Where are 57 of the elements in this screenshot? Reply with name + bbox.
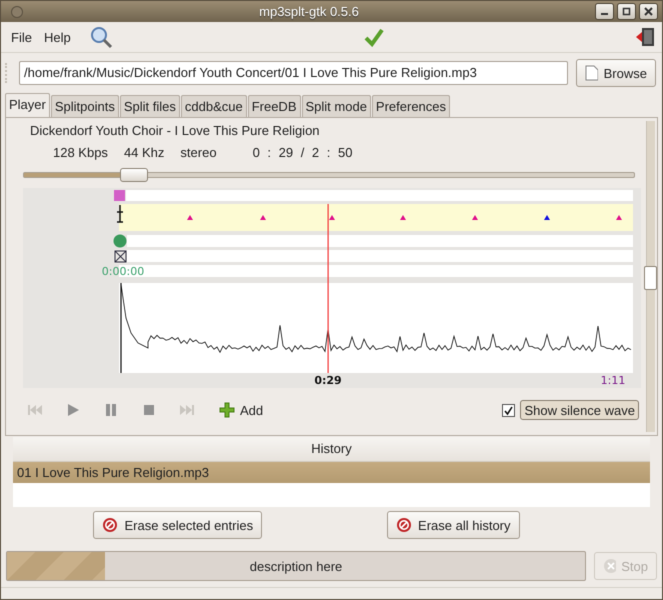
frequency-label: 44 Khz bbox=[124, 145, 164, 162]
maximize-icon bbox=[622, 7, 631, 16]
cursor-time-label: 0:29 bbox=[314, 374, 342, 387]
file-path-field[interactable]: /home/frank/Music/Dickendorf Youth Concert/01 I Love This Pure Religion.mp3 bbox=[19, 61, 568, 85]
cancel-icon bbox=[603, 558, 616, 574]
start-time-label: 0:00:00 bbox=[102, 265, 144, 278]
browse-button[interactable]: Browse bbox=[576, 59, 656, 87]
tab[interactable]: Split files bbox=[120, 95, 180, 117]
splitpoint-marker[interactable] bbox=[616, 215, 622, 220]
search-icon[interactable] bbox=[88, 25, 113, 49]
splitpoint-marker[interactable] bbox=[544, 215, 550, 220]
tab[interactable]: Player bbox=[5, 93, 50, 117]
tab[interactable]: Split mode bbox=[302, 95, 371, 117]
erase-button[interactable]: Erase all history bbox=[387, 511, 520, 539]
checkmark-icon[interactable] bbox=[364, 27, 384, 47]
splitpoint-marker[interactable] bbox=[329, 215, 335, 220]
maximize-button[interactable] bbox=[617, 3, 636, 20]
history-row[interactable]: 01 I Love This Pure Religion.mp3 bbox=[13, 462, 650, 483]
menu-item[interactable]: Help bbox=[38, 26, 77, 48]
splitpoint-marker[interactable] bbox=[260, 215, 266, 220]
column-header[interactable]: History bbox=[13, 437, 650, 462]
mode-label: stereo bbox=[180, 145, 217, 162]
bitrate-label: 128 Kbps bbox=[53, 145, 108, 162]
splitpoint-marker[interactable] bbox=[400, 215, 406, 220]
start-marker-icon bbox=[114, 190, 125, 201]
song-title: Dickendorf Youth Choir - I Love This Pure Religion bbox=[29, 122, 321, 140]
checkbox[interactable] bbox=[502, 404, 516, 416]
prohibited-icon bbox=[396, 517, 412, 533]
end-time-label: 1:11 bbox=[600, 374, 626, 387]
time-label: 0 : 29 / 2 : 50 bbox=[252, 145, 352, 162]
tab[interactable]: Preferences bbox=[372, 95, 450, 117]
splitter-icon[interactable] bbox=[116, 204, 124, 223]
play-button[interactable] bbox=[65, 403, 81, 417]
tab[interactable]: Splitpoints bbox=[50, 95, 119, 117]
splitpoint-marker[interactable] bbox=[187, 215, 193, 220]
splitpoint-marker[interactable] bbox=[472, 215, 478, 220]
menu-item[interactable]: File bbox=[5, 26, 38, 48]
prohibited-icon bbox=[102, 517, 118, 533]
pause-button[interactable] bbox=[103, 403, 119, 417]
slider-thumb[interactable] bbox=[120, 168, 148, 182]
circle-marker-icon bbox=[114, 234, 126, 248]
exit-door-icon[interactable] bbox=[636, 27, 656, 47]
close-button[interactable] bbox=[639, 3, 658, 20]
show-silence-wave-button[interactable]: Show silence wave bbox=[520, 400, 639, 420]
progress-description: description here bbox=[250, 558, 342, 574]
stop-button[interactable] bbox=[141, 403, 157, 417]
tab[interactable]: cddb&cue bbox=[180, 95, 247, 117]
plus-icon bbox=[219, 402, 235, 418]
erase-button[interactable]: Erase selected entries bbox=[93, 511, 262, 539]
scrollbar[interactable] bbox=[646, 121, 655, 432]
window-title: mp3splt-gtk 0.5.6 bbox=[258, 4, 360, 19]
tab[interactable]: FreeDB bbox=[248, 95, 300, 117]
close-icon bbox=[644, 7, 653, 16]
add-button[interactable]: Add bbox=[217, 400, 266, 420]
crossed-box-icon bbox=[114, 250, 126, 262]
minimize-button[interactable] bbox=[595, 3, 614, 20]
document-icon bbox=[585, 65, 598, 81]
